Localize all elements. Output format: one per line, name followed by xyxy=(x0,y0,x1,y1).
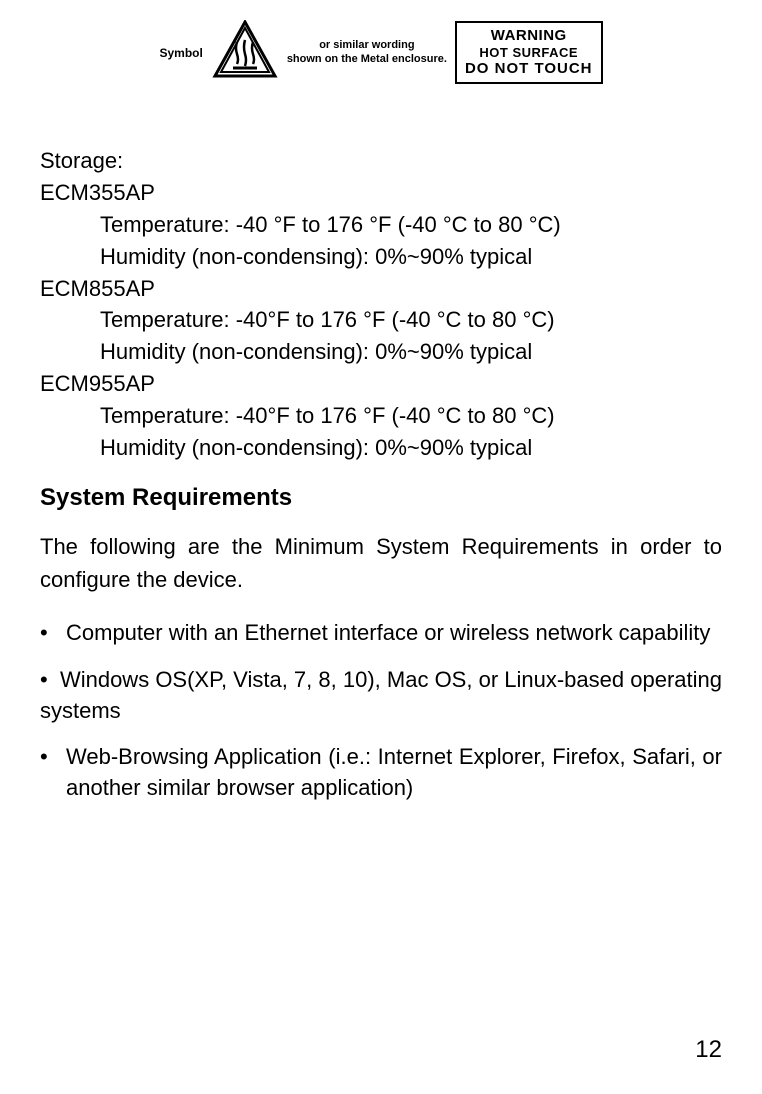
model-humidity-2: Humidity (non-condensing): 0%~90% typica… xyxy=(40,432,722,464)
model-name-1: ECM855AP xyxy=(40,273,722,305)
symbol-label: Symbol xyxy=(159,46,202,60)
bullet-text-0: Computer with an Ethernet interface or w… xyxy=(66,618,722,649)
warning-box: WARNING HOT SURFACE DO NOT TOUCH xyxy=(455,21,603,85)
warning-caption: or similar wording shown on the Metal en… xyxy=(287,39,447,65)
storage-section: Storage: ECM355AP Temperature: -40 °F to… xyxy=(40,145,722,464)
bullet-item: • Web-Browsing Application (i.e.: Intern… xyxy=(40,742,722,804)
model-humidity-1: Humidity (non-condensing): 0%~90% typica… xyxy=(40,336,722,368)
bullet-item: • Windows OS(XP, Vista, 7, 8, 10), Mac O… xyxy=(40,665,722,727)
system-requirements-heading: System Requirements xyxy=(40,484,722,512)
warning-line3: DO NOT TOUCH xyxy=(465,60,593,78)
system-requirements-intro: The following are the Minimum System Req… xyxy=(40,530,722,596)
bullet-icon: • xyxy=(40,742,66,804)
bullet-text-1: Windows OS(XP, Vista, 7, 8, 10), Mac OS,… xyxy=(40,667,722,723)
storage-heading: Storage: xyxy=(40,145,722,177)
caption-line1: or similar wording xyxy=(287,39,447,52)
caption-line2: shown on the Metal enclosure. xyxy=(287,53,447,66)
page-number: 12 xyxy=(695,1036,722,1064)
warning-block: Symbol or similar wording shown on the M… xyxy=(40,20,722,85)
warning-line1: WARNING xyxy=(465,27,593,45)
model-humidity-0: Humidity (non-condensing): 0%~90% typica… xyxy=(40,241,722,273)
hot-surface-triangle-icon xyxy=(211,20,279,85)
warning-line2: HOT SURFACE xyxy=(465,45,593,61)
bullet-item: • Computer with an Ethernet interface or… xyxy=(40,618,722,649)
model-temp-0: Temperature: -40 °F to 176 °F (-40 °C to… xyxy=(40,209,722,241)
model-name-0: ECM355AP xyxy=(40,177,722,209)
model-temp-1: Temperature: -40°F to 176 °F (-40 °C to … xyxy=(40,304,722,336)
model-temp-2: Temperature: -40°F to 176 °F (-40 °C to … xyxy=(40,400,722,432)
model-name-2: ECM955AP xyxy=(40,368,722,400)
bullet-text-2: Web-Browsing Application (i.e.: Internet… xyxy=(66,742,722,804)
bullet-icon: • xyxy=(40,618,66,649)
bullet-icon: • xyxy=(40,667,60,692)
